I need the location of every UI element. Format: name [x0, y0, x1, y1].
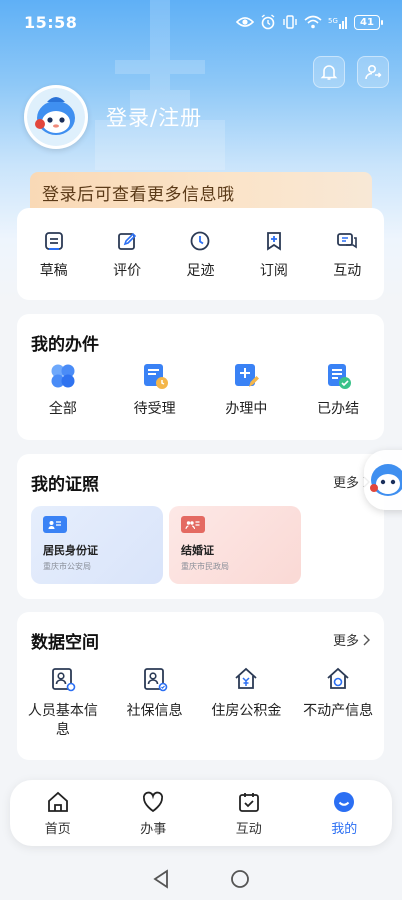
bell-icon [320, 65, 338, 80]
licence-card-marriage[interactable]: 结婚证 重庆市民政局 [169, 506, 301, 584]
affairs-completed[interactable]: 已办结 [293, 362, 383, 419]
data-real-estate[interactable]: 不动产信息 [293, 666, 383, 740]
status-icons: 5G 41 [236, 14, 383, 30]
account-switch-button[interactable] [357, 56, 389, 88]
affairs-all[interactable]: 全部 [18, 362, 108, 419]
tab-label: 我的 [331, 821, 358, 837]
subscribe-icon [266, 232, 281, 251]
data-space-grid: 人员基本信息 社保信息 住房公积金 不动产信息 [17, 666, 384, 740]
status-time: 15:58 [24, 12, 78, 32]
quick-action-label: 足迹 [186, 263, 215, 279]
back-triangle-icon[interactable] [152, 868, 170, 889]
affairs-label: 已办结 [317, 401, 360, 417]
battery-indicator: 41 [354, 14, 383, 30]
quick-action-footprint[interactable]: 足迹 [170, 230, 230, 300]
data-space-more-link[interactable]: 更多 [333, 630, 370, 649]
my-licences-title: 我的证照 [31, 475, 99, 495]
login-promo-banner[interactable]: 登录后可查看更多信息哦 [30, 172, 372, 212]
more-label: 更多 [332, 476, 359, 491]
data-space-label: 社保信息 [126, 703, 183, 719]
notification-button[interactable] [313, 56, 345, 88]
data-social-security[interactable]: 社保信息 [110, 666, 200, 740]
chevron-right-icon [363, 634, 370, 645]
quick-actions-card: 草稿 评价 足迹 订阅 互动 [17, 208, 384, 300]
marriage-certificate-icon [181, 516, 205, 533]
tab-label: 首页 [44, 821, 71, 837]
quick-action-label: 评价 [113, 263, 142, 279]
mascot-assistant-icon [370, 464, 402, 496]
login-register-link[interactable]: 登录/注册 [106, 102, 202, 132]
licence-name: 结婚证 [181, 544, 214, 557]
calendar-check-icon [238, 792, 259, 812]
tab-label: 办事 [140, 821, 167, 837]
signal-5g-icon: 5G [328, 17, 347, 29]
review-icon [118, 232, 137, 250]
pending-icon [143, 364, 168, 389]
tab-interact[interactable]: 互动 [214, 790, 284, 837]
affairs-processing[interactable]: 办理中 [201, 362, 291, 419]
quick-action-draft[interactable]: 草稿 [24, 230, 84, 300]
data-space-card: 数据空间 更多 人员基本信息 社保信息 住房公积金 不动产信息 [17, 612, 384, 760]
data-housing-fund[interactable]: 住房公积金 [201, 666, 291, 740]
affairs-label: 全部 [48, 401, 77, 417]
real-estate-icon [327, 667, 349, 689]
licence-card-id[interactable]: 居民身份证 重庆市公安局 [31, 506, 163, 584]
quick-action-interact[interactable]: 互动 [317, 230, 377, 300]
floating-assistant-button[interactable] [364, 450, 402, 510]
quick-action-review[interactable]: 评价 [97, 230, 157, 300]
affairs-label: 办理中 [225, 401, 268, 417]
footprint-clock-icon [191, 231, 210, 251]
processing-icon [235, 364, 260, 387]
housing-fund-icon [235, 667, 257, 689]
alarm-icon [261, 14, 275, 30]
home-icon [47, 791, 68, 812]
affairs-label: 待受理 [133, 401, 176, 417]
data-space-title: 数据空间 [31, 633, 99, 653]
my-affairs-card: 我的办件 全部 待受理 办理中 已办结 [17, 314, 384, 440]
tab-home[interactable]: 首页 [23, 790, 93, 837]
heart-icon [143, 791, 164, 812]
status-bar: 15:58 5G 41 [0, 0, 402, 44]
affairs-pending[interactable]: 待受理 [110, 362, 200, 419]
tab-mine[interactable]: 我的 [309, 790, 379, 837]
quick-action-label: 互动 [333, 263, 362, 279]
licence-org: 重庆市民政局 [181, 562, 229, 571]
bottom-tab-bar: 首页 办事 互动 我的 [10, 780, 392, 846]
more-label: 更多 [332, 634, 359, 649]
data-space-label: 住房公积金 [211, 703, 282, 719]
data-space-label: 不动产信息 [303, 703, 374, 719]
home-circle-icon[interactable] [230, 869, 250, 889]
chat-icon [337, 233, 358, 249]
id-card-icon [43, 516, 67, 533]
tab-affairs[interactable]: 办事 [118, 790, 188, 837]
licence-name: 居民身份证 [43, 544, 98, 557]
quick-action-label: 草稿 [39, 263, 68, 279]
eye-icon [236, 17, 254, 27]
svg-text:5G: 5G [328, 17, 338, 25]
smile-icon [334, 791, 355, 812]
all-icon [51, 364, 75, 388]
avatar[interactable] [24, 85, 88, 149]
draft-icon [44, 232, 63, 250]
data-space-label: 人员基本信息 [27, 703, 98, 738]
user-switch-icon [365, 64, 382, 80]
system-navigation-bar [0, 857, 402, 900]
my-affairs-grid: 全部 待受理 办理中 已办结 [17, 362, 384, 419]
social-security-icon [143, 668, 167, 692]
completed-icon [328, 364, 352, 389]
mascot-avatar-icon [27, 88, 85, 146]
my-licences-card: 我的证照 更多 居民身份证 重庆市公安局 结婚证 重庆市民政局 [17, 454, 384, 599]
wifi-icon [304, 15, 322, 29]
licence-org: 重庆市公安局 [43, 562, 91, 571]
tab-label: 互动 [235, 821, 262, 837]
my-affairs-title: 我的办件 [31, 335, 99, 355]
data-person-info[interactable]: 人员基本信息 [18, 666, 108, 740]
vibrate-icon [283, 15, 297, 29]
person-info-icon [51, 668, 76, 692]
quick-action-label: 订阅 [259, 263, 288, 279]
quick-action-subscribe[interactable]: 订阅 [244, 230, 304, 300]
